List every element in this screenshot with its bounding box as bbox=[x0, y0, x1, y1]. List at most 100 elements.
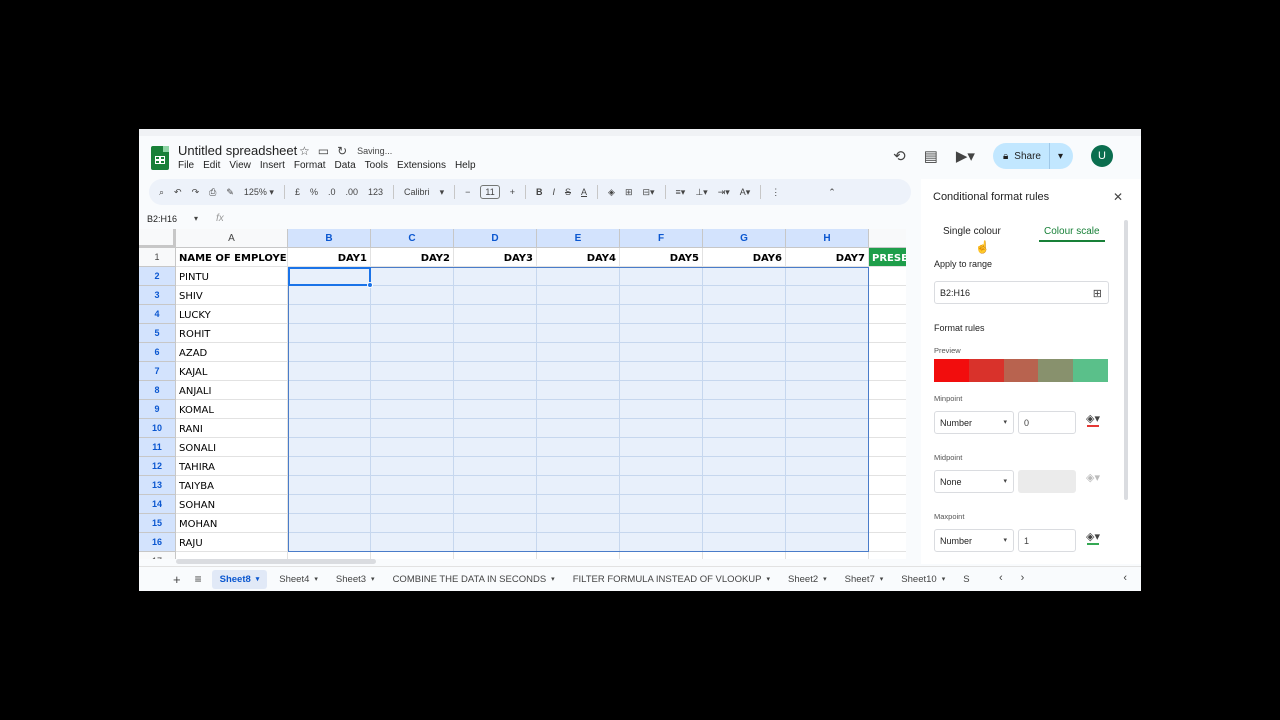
cell[interactable]: LUCKY bbox=[176, 305, 288, 324]
merge-cells-icon[interactable]: ⊟▾ bbox=[642, 187, 654, 198]
cell[interactable]: DAY7 bbox=[786, 248, 869, 267]
minpoint-type-select[interactable]: Number ▾ bbox=[934, 411, 1014, 434]
tab-single-colour[interactable]: Single colour bbox=[943, 226, 1001, 237]
cell[interactable] bbox=[703, 305, 786, 324]
cell[interactable]: MOHAN bbox=[176, 514, 288, 533]
row-header-13[interactable]: 13 bbox=[139, 476, 176, 495]
sheet-tab[interactable]: Sheet7 ▾ bbox=[845, 574, 884, 585]
cell[interactable] bbox=[869, 362, 906, 381]
cell[interactable] bbox=[703, 552, 786, 559]
cell[interactable] bbox=[869, 552, 906, 559]
cell[interactable] bbox=[454, 438, 537, 457]
cell[interactable] bbox=[371, 533, 454, 552]
cell[interactable] bbox=[786, 305, 869, 324]
cell[interactable] bbox=[703, 362, 786, 381]
cell[interactable] bbox=[454, 533, 537, 552]
cell[interactable] bbox=[620, 400, 703, 419]
chevron-down-icon[interactable]: ▾ bbox=[880, 575, 884, 583]
cell[interactable] bbox=[869, 495, 906, 514]
row-header-4[interactable]: 4 bbox=[139, 305, 176, 324]
cell[interactable] bbox=[454, 305, 537, 324]
cell[interactable] bbox=[454, 419, 537, 438]
menu-extensions[interactable]: Extensions bbox=[397, 160, 446, 171]
print-icon[interactable]: ⎙ bbox=[209, 187, 216, 198]
cell[interactable] bbox=[454, 552, 537, 559]
star-icon[interactable]: ☆ bbox=[299, 144, 310, 158]
cell[interactable] bbox=[176, 552, 288, 559]
cell[interactable] bbox=[620, 457, 703, 476]
cell[interactable]: TAIYBA bbox=[176, 476, 288, 495]
add-sheet-icon[interactable]: + bbox=[173, 572, 181, 587]
avatar[interactable]: U bbox=[1091, 145, 1113, 167]
cell[interactable] bbox=[288, 286, 371, 305]
cell[interactable] bbox=[288, 514, 371, 533]
cell[interactable] bbox=[703, 495, 786, 514]
minpoint-value-input[interactable]: 0 bbox=[1018, 411, 1076, 434]
cell[interactable] bbox=[288, 419, 371, 438]
cell[interactable] bbox=[454, 343, 537, 362]
fill-handle[interactable] bbox=[367, 282, 373, 288]
cell[interactable] bbox=[454, 457, 537, 476]
cell[interactable] bbox=[288, 305, 371, 324]
all-sheets-icon[interactable]: ≡ bbox=[195, 572, 202, 586]
cell[interactable] bbox=[869, 476, 906, 495]
cell[interactable] bbox=[786, 419, 869, 438]
cell[interactable] bbox=[786, 400, 869, 419]
cell[interactable] bbox=[869, 400, 906, 419]
cell[interactable] bbox=[869, 305, 906, 324]
cell[interactable] bbox=[703, 533, 786, 552]
cell[interactable] bbox=[537, 419, 620, 438]
midpoint-type-select[interactable]: None ▾ bbox=[934, 470, 1014, 493]
panel-scrollbar[interactable] bbox=[1124, 220, 1128, 500]
cell[interactable]: KOMAL bbox=[176, 400, 288, 419]
cell[interactable] bbox=[371, 552, 454, 559]
cell[interactable] bbox=[454, 514, 537, 533]
row-header-16[interactable]: 16 bbox=[139, 533, 176, 552]
sheet-tab[interactable]: FILTER FORMULA INSTEAD OF VLOOKUP ▾ bbox=[573, 574, 770, 585]
more-icon[interactable]: ⋮ bbox=[771, 187, 780, 198]
text-color-icon[interactable]: A bbox=[581, 187, 587, 197]
increase-decimal-button[interactable]: .00 bbox=[346, 187, 359, 197]
cell[interactable] bbox=[454, 286, 537, 305]
cell[interactable] bbox=[371, 305, 454, 324]
cell[interactable] bbox=[371, 476, 454, 495]
text-wrap-icon[interactable]: ⇥▾ bbox=[718, 187, 730, 198]
cell[interactable] bbox=[786, 552, 869, 559]
cell[interactable]: DAY6 bbox=[703, 248, 786, 267]
cell[interactable] bbox=[454, 400, 537, 419]
cell[interactable]: SHIV bbox=[176, 286, 288, 305]
cell[interactable] bbox=[703, 381, 786, 400]
range-input[interactable]: B2:H16 ⊞ bbox=[934, 281, 1109, 304]
sheet-tab[interactable]: Sheet4 ▾ bbox=[279, 574, 318, 585]
cell[interactable]: DAY3 bbox=[454, 248, 537, 267]
sheets-logo-icon[interactable] bbox=[151, 146, 169, 170]
cell[interactable] bbox=[537, 495, 620, 514]
row-header-17[interactable]: 17 bbox=[139, 552, 176, 559]
menu-file[interactable]: File bbox=[178, 160, 194, 171]
cell[interactable] bbox=[620, 343, 703, 362]
cell[interactable] bbox=[703, 419, 786, 438]
row-header-7[interactable]: 7 bbox=[139, 362, 176, 381]
cell[interactable]: AZAD bbox=[176, 343, 288, 362]
cell[interactable]: KAJAL bbox=[176, 362, 288, 381]
cell[interactable] bbox=[454, 476, 537, 495]
row-header-6[interactable]: 6 bbox=[139, 343, 176, 362]
minpoint-colour-button[interactable]: ◈▾ bbox=[1082, 412, 1104, 434]
paint-format-icon[interactable]: ✎ bbox=[226, 187, 234, 198]
row-header-10[interactable]: 10 bbox=[139, 419, 176, 438]
cell[interactable] bbox=[869, 457, 906, 476]
cell[interactable] bbox=[620, 324, 703, 343]
sheet-tab[interactable]: Sheet2 ▾ bbox=[788, 574, 827, 585]
fill-color-icon[interactable]: ◈ bbox=[608, 187, 615, 198]
cell[interactable] bbox=[288, 362, 371, 381]
cell[interactable] bbox=[537, 533, 620, 552]
row-header-12[interactable]: 12 bbox=[139, 457, 176, 476]
cell[interactable] bbox=[537, 286, 620, 305]
decrease-decimal-button[interactable]: .0 bbox=[328, 187, 336, 197]
cell[interactable]: SONALI bbox=[176, 438, 288, 457]
cell[interactable] bbox=[786, 495, 869, 514]
font-size-input[interactable]: 11 bbox=[480, 185, 500, 199]
row-header-2[interactable]: 2 bbox=[139, 267, 176, 286]
cell[interactable] bbox=[786, 476, 869, 495]
menu-format[interactable]: Format bbox=[294, 160, 326, 171]
